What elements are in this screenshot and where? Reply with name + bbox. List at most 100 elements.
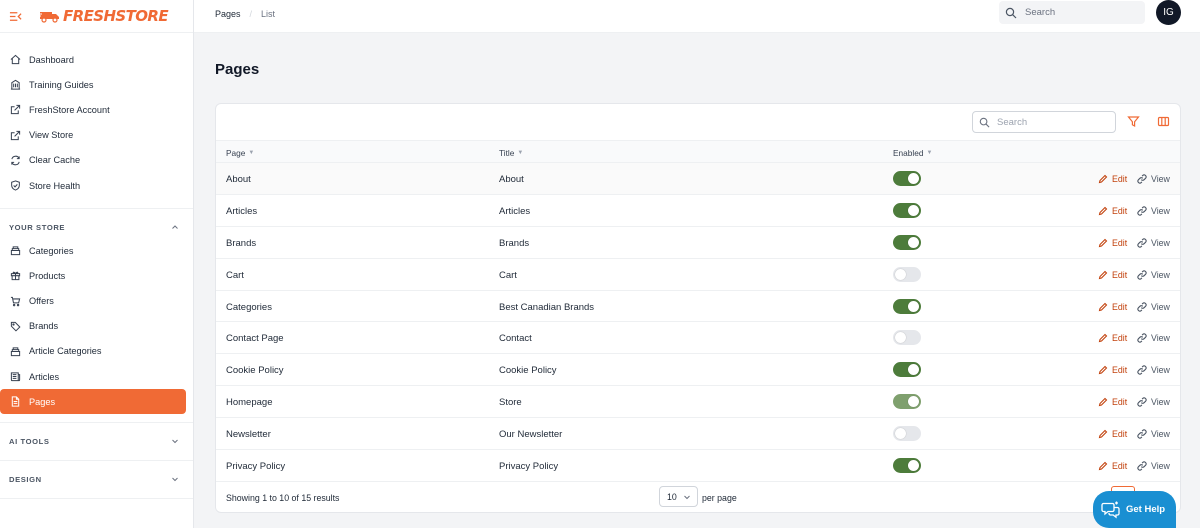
nav-item-label: Offers bbox=[29, 296, 54, 307]
edit-label: Edit bbox=[1112, 205, 1128, 216]
view-label: View bbox=[1151, 237, 1170, 248]
section-design-toggle[interactable]: DESIGN bbox=[0, 468, 193, 490]
collapse-sidebar-icon[interactable] bbox=[9, 9, 23, 23]
table-row: Contact Page Contact Edit View bbox=[216, 322, 1180, 355]
edit-button[interactable]: Edit bbox=[1098, 174, 1127, 184]
view-button[interactable]: View bbox=[1137, 174, 1170, 184]
table-search-input[interactable]: Search bbox=[972, 111, 1116, 133]
sidebar: FRESHSTORE Dashboard Training Guides Fre… bbox=[0, 0, 194, 528]
get-help-button[interactable]: Get Help bbox=[1093, 491, 1176, 528]
pencil-icon bbox=[1098, 429, 1108, 439]
sort-chevron-icon: ▼ bbox=[926, 150, 933, 156]
edit-button[interactable]: Edit bbox=[1098, 302, 1127, 312]
enabled-toggle[interactable] bbox=[893, 234, 921, 250]
nav-item-brands[interactable]: Brands bbox=[0, 314, 186, 339]
nav-item-freshstore-account[interactable]: FreshStore Account bbox=[0, 97, 186, 122]
cell-title: Privacy Policy bbox=[499, 461, 559, 473]
sort-chevron-icon: ▼ bbox=[517, 150, 524, 156]
nav-item-categories[interactable]: Categories bbox=[0, 238, 186, 263]
global-search-input[interactable]: Search bbox=[999, 1, 1145, 24]
enabled-toggle[interactable] bbox=[893, 394, 921, 410]
enabled-toggle[interactable] bbox=[893, 362, 921, 378]
breadcrumb-pages[interactable]: Pages bbox=[215, 9, 241, 19]
enabled-toggle[interactable] bbox=[893, 266, 921, 282]
nav-item-label: Pages bbox=[29, 396, 56, 407]
nav-item-label: Training Guides bbox=[29, 79, 94, 90]
view-button[interactable]: View bbox=[1137, 238, 1170, 248]
per-page-select[interactable]: 10 bbox=[659, 486, 698, 507]
edit-label: Edit bbox=[1112, 397, 1128, 408]
nav-item-pages[interactable]: Pages bbox=[0, 389, 186, 415]
get-help-label: Get Help bbox=[1126, 504, 1166, 515]
brand-logo[interactable]: FRESHSTORE bbox=[39, 7, 169, 25]
nav-item-dashboard[interactable]: Dashboard bbox=[0, 47, 186, 72]
column-header-title[interactable]: Title ▼ bbox=[499, 148, 523, 158]
nav-item-products[interactable]: Products bbox=[0, 263, 186, 288]
view-label: View bbox=[1151, 333, 1170, 344]
view-button[interactable]: View bbox=[1137, 302, 1170, 312]
nav-item-training-guides[interactable]: Training Guides bbox=[0, 72, 186, 97]
view-button[interactable]: View bbox=[1137, 206, 1170, 216]
edit-button[interactable]: Edit bbox=[1098, 333, 1127, 343]
toggle-knob bbox=[908, 460, 919, 472]
edit-button[interactable]: Edit bbox=[1098, 206, 1127, 216]
enabled-toggle[interactable] bbox=[893, 202, 921, 218]
table-row: Cart Cart Edit View bbox=[216, 259, 1180, 291]
per-page-label: per page bbox=[702, 493, 737, 503]
nav-item-article-categories[interactable]: Article Categories bbox=[0, 339, 186, 364]
column-header-enabled[interactable]: Enabled ▼ bbox=[893, 148, 932, 158]
view-label: View bbox=[1151, 269, 1170, 280]
columns-icon[interactable] bbox=[1157, 115, 1170, 128]
view-button[interactable]: View bbox=[1137, 270, 1170, 280]
toggle-knob bbox=[908, 364, 919, 376]
toggle-knob bbox=[908, 396, 919, 408]
home-icon bbox=[9, 54, 21, 66]
enabled-toggle[interactable] bbox=[893, 298, 921, 314]
stack-icon bbox=[9, 345, 21, 357]
section-your-store-toggle[interactable]: YOUR STORE bbox=[0, 216, 193, 238]
pages-table-card: Search Page ▼ Title ▼ Enabled ▼ About About… bbox=[215, 103, 1181, 513]
cell-page: About bbox=[226, 174, 251, 185]
nav-item-label: Products bbox=[29, 270, 66, 281]
nav-item-label: Article Categories bbox=[29, 346, 102, 357]
filter-icon[interactable] bbox=[1127, 115, 1140, 128]
edit-button[interactable]: Edit bbox=[1098, 461, 1127, 471]
nav-item-clear-cache[interactable]: Clear Cache bbox=[0, 148, 186, 173]
view-button[interactable]: View bbox=[1137, 333, 1170, 343]
table-row: Privacy Policy Privacy Policy Edit View bbox=[216, 450, 1180, 482]
edit-button[interactable]: Edit bbox=[1098, 270, 1127, 280]
cell-title: Our Newsletter bbox=[499, 429, 563, 441]
breadcrumb-list: List bbox=[261, 9, 276, 19]
edit-button[interactable]: Edit bbox=[1098, 365, 1127, 375]
link-icon bbox=[1137, 301, 1147, 312]
view-button[interactable]: View bbox=[1137, 397, 1170, 407]
pencil-icon bbox=[1098, 334, 1108, 343]
nav-item-articles[interactable]: Articles bbox=[0, 364, 186, 389]
view-button[interactable]: View bbox=[1137, 365, 1170, 375]
enabled-toggle[interactable] bbox=[893, 458, 921, 474]
nav-item-label: Articles bbox=[29, 371, 60, 382]
cell-page: Newsletter bbox=[226, 429, 271, 441]
user-avatar[interactable]: IG bbox=[1156, 0, 1181, 25]
section-ai-tools-toggle[interactable]: AI TOOLS bbox=[0, 430, 193, 452]
enabled-toggle[interactable] bbox=[893, 171, 921, 186]
enabled-toggle[interactable] bbox=[893, 426, 921, 442]
table-row: Brands Brands Edit View bbox=[216, 227, 1180, 259]
chevron-down-icon bbox=[683, 495, 690, 499]
nav-item-store-health[interactable]: Store Health bbox=[0, 173, 186, 198]
enabled-toggle[interactable] bbox=[893, 330, 921, 346]
nav-item-label: Store Health bbox=[29, 180, 81, 191]
divider bbox=[0, 422, 193, 424]
view-button[interactable]: View bbox=[1137, 461, 1170, 471]
edit-button[interactable]: Edit bbox=[1098, 429, 1127, 439]
edit-button[interactable]: Edit bbox=[1098, 397, 1127, 407]
link-icon bbox=[1137, 397, 1147, 407]
cell-page: Articles bbox=[226, 205, 258, 217]
cell-title: About bbox=[499, 174, 524, 185]
column-label: Enabled bbox=[893, 148, 924, 158]
edit-button[interactable]: Edit bbox=[1098, 238, 1127, 248]
nav-item-view-store[interactable]: View Store bbox=[0, 123, 186, 148]
nav-item-offers[interactable]: Offers bbox=[0, 289, 186, 314]
view-button[interactable]: View bbox=[1137, 429, 1170, 439]
column-header-page[interactable]: Page ▼ bbox=[226, 148, 254, 158]
